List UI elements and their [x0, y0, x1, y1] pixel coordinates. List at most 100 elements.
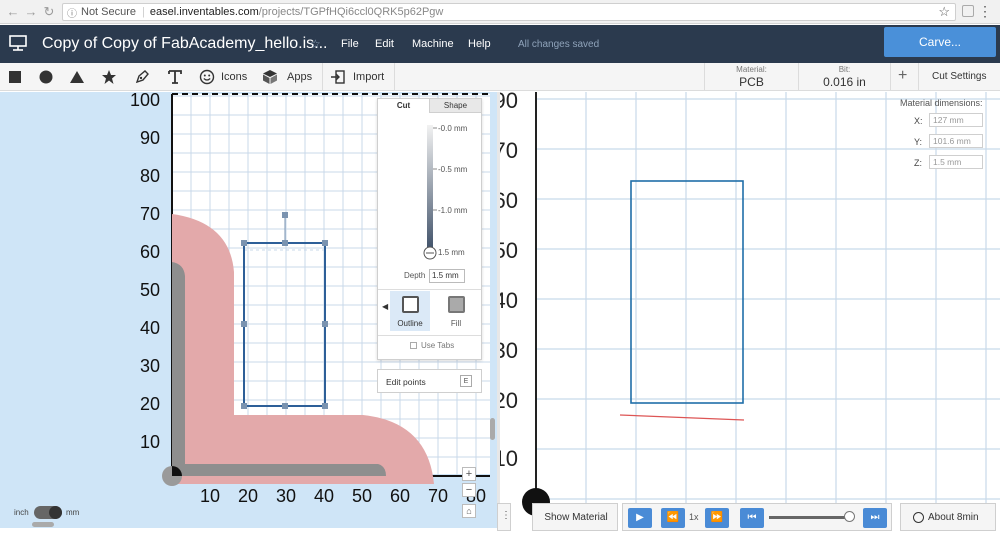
triangle-tool[interactable] — [69, 67, 85, 87]
bookmark-star-icon[interactable]: ☆ — [938, 4, 950, 20]
app-logo-icon[interactable] — [8, 34, 28, 52]
menu-help[interactable]: Help — [468, 38, 491, 50]
add-bit-icon[interactable]: + — [898, 67, 907, 85]
dim-z-input[interactable]: 1.5 mm — [929, 155, 983, 169]
slower-button[interactable]: ⏪ — [661, 508, 685, 528]
clock-icon — [913, 512, 924, 523]
toolbar-divider — [890, 63, 891, 91]
depth-slider[interactable] — [378, 113, 483, 273]
circle-icon — [39, 70, 53, 84]
x-tick-label: 20 — [238, 486, 258, 506]
preview-canvas[interactable]: 90 70 60 50 40 30 20 10 — [500, 92, 1000, 528]
menu-machine[interactable]: Machine — [412, 38, 454, 50]
save-status: All changes saved — [518, 39, 600, 50]
edit-points-shortcut: E — [460, 375, 472, 387]
sim-progress-fill — [769, 516, 851, 519]
tab-cut[interactable]: Cut — [378, 99, 429, 113]
browser-toolbar: ← → ↻ ⓘ Not Secure | easel.inventables.c… — [0, 0, 1000, 24]
time-estimate: About 8min — [928, 512, 979, 523]
vertical-scrollbar[interactable] — [490, 418, 495, 440]
y-tick-label: 60 — [140, 242, 160, 262]
preview-y-tick-label: 50 — [500, 238, 518, 263]
dim-x-input[interactable]: 127 mm — [929, 113, 983, 127]
jump-end-button[interactable]: ⏭ — [863, 508, 887, 528]
info-icon[interactable]: ⓘ — [67, 5, 77, 20]
resize-handle[interactable] — [241, 403, 247, 409]
menu-file[interactable]: File — [341, 38, 359, 50]
toolbar-divider — [918, 63, 919, 91]
back-icon[interactable]: ← — [4, 3, 22, 21]
apps-tool[interactable]: Apps — [262, 67, 312, 87]
unit-mm-label: mm — [66, 508, 80, 517]
circle-tool[interactable] — [38, 67, 54, 87]
favorite-star-icon[interactable]: ☆ — [310, 37, 321, 51]
faster-button[interactable]: ⏩ — [705, 508, 729, 528]
speed-label: 1x — [689, 512, 699, 522]
cut-type-prev-icon[interactable]: ◀ — [382, 302, 388, 311]
cut-settings-button[interactable]: Cut Settings — [932, 71, 986, 82]
zoom-out-button[interactable]: − — [462, 483, 476, 497]
star-icon — [102, 70, 116, 84]
smiley-icon — [199, 69, 215, 85]
resize-handle[interactable] — [322, 321, 328, 327]
icons-tool[interactable]: Icons — [199, 67, 247, 87]
use-tabs-checkbox[interactable] — [410, 342, 417, 349]
material-selector[interactable]: Material: PCB — [705, 63, 798, 91]
resize-handle[interactable] — [241, 240, 247, 246]
address-bar[interactable]: ⓘ Not Secure | easel.inventables.com /pr… — [62, 3, 956, 21]
show-material-button[interactable]: Show Material — [532, 503, 618, 531]
y-tick-label: 70 — [140, 204, 160, 224]
bit-selector[interactable]: Bit: 0.016 in — [799, 63, 890, 91]
zoom-in-button[interactable]: + — [462, 467, 476, 481]
x-tick-label: 10 — [200, 486, 220, 506]
toolbar-divider — [394, 63, 395, 91]
preview-y-tick-label: 10 — [500, 446, 518, 471]
text-tool[interactable] — [167, 67, 183, 87]
depth-mark-0: -0.0 mm — [438, 124, 468, 133]
jump-start-button[interactable]: ⏮ — [740, 508, 764, 528]
resize-handle[interactable] — [282, 240, 288, 246]
text-icon — [168, 70, 182, 84]
menu-edit[interactable]: Edit — [375, 38, 394, 50]
y-axis-ticks: 100 90 80 70 60 50 40 30 20 10 — [130, 92, 160, 452]
depth-mark-2: -1.0 mm — [438, 206, 468, 215]
edit-points-button[interactable]: Edit points E — [377, 369, 482, 393]
carve-button[interactable]: Carve... — [884, 27, 996, 57]
reload-icon[interactable]: ↻ — [40, 3, 58, 21]
resize-handle[interactable] — [241, 321, 247, 327]
extension-icon[interactable] — [962, 5, 974, 17]
url-host: easel.inventables.com — [149, 6, 259, 18]
home-view-button[interactable]: ⌂ — [462, 504, 476, 518]
depth-mark-3: 1.5 mm — [438, 248, 465, 257]
y-tick-label: 50 — [140, 280, 160, 300]
resize-handle[interactable] — [322, 240, 328, 246]
depth-label: Depth — [404, 271, 426, 280]
rotate-handle[interactable] — [282, 212, 288, 218]
cut-panel-divider — [378, 289, 481, 290]
sim-progress-knob[interactable] — [844, 511, 856, 522]
project-title[interactable]: Copy of Copy of FabAcademy_hello.is... — [42, 35, 327, 53]
sim-options-button[interactable]: ⋮ — [497, 503, 511, 531]
square-tool[interactable] — [7, 67, 23, 87]
material-value: PCB — [739, 75, 764, 89]
play-button[interactable]: ▶ — [628, 508, 652, 528]
star-tool[interactable] — [101, 67, 117, 87]
browser-menu-icon[interactable]: ⋮ — [978, 3, 992, 20]
import-tool[interactable]: Import — [330, 67, 384, 87]
forward-icon[interactable]: → — [22, 3, 40, 21]
horizontal-scrollbar[interactable] — [32, 522, 54, 527]
tab-shape[interactable]: Shape — [429, 99, 481, 113]
pen-icon — [135, 70, 149, 84]
resize-handle[interactable] — [282, 403, 288, 409]
fill-option[interactable]: Fill — [436, 291, 476, 331]
outline-option[interactable]: Outline — [390, 291, 430, 331]
pen-tool[interactable] — [134, 67, 150, 87]
y-tick-label: 90 — [140, 128, 160, 148]
unit-toggle[interactable] — [34, 506, 62, 519]
depth-input[interactable]: 1.5 mm — [429, 269, 465, 283]
sim-progress-track[interactable] — [769, 511, 856, 522]
depth-track[interactable] — [427, 125, 433, 253]
resize-handle[interactable] — [322, 403, 328, 409]
preview-y-tick-label: 20 — [500, 388, 518, 413]
dim-y-input[interactable]: 101.6 mm — [929, 134, 983, 148]
